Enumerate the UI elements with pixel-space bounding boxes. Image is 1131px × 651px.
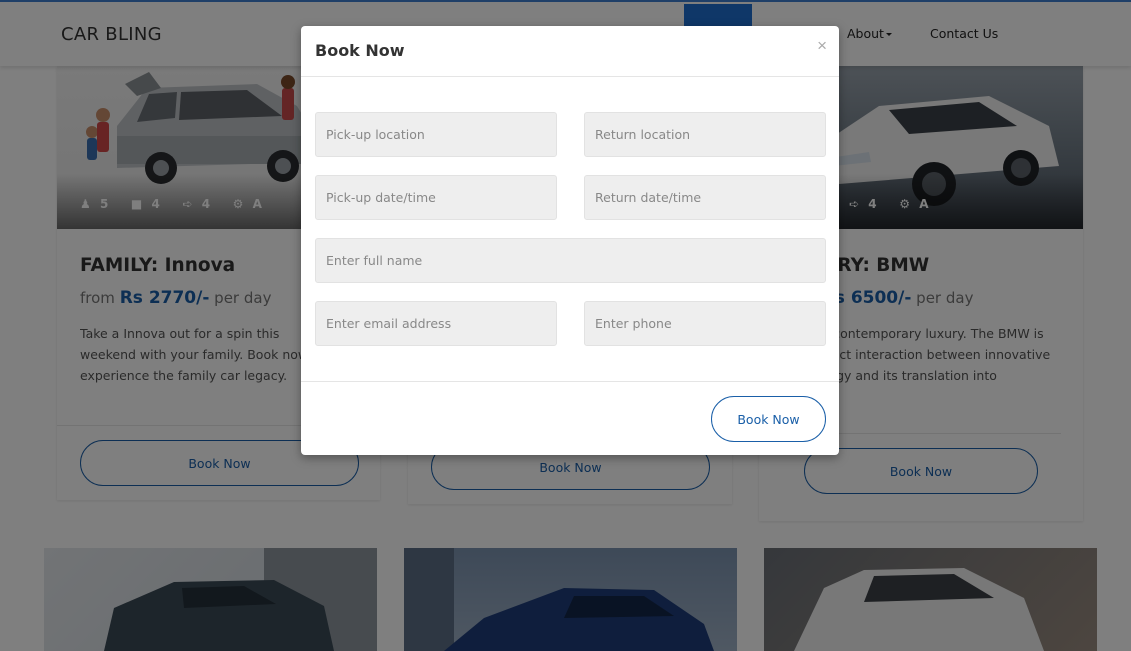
return-location-input[interactable] (584, 112, 826, 157)
full-name-input[interactable] (315, 238, 826, 283)
modal-footer: Book Now (301, 381, 839, 455)
modal-title: Book Now (315, 41, 405, 60)
book-now-modal: Book Now × Book Now (301, 26, 839, 455)
phone-input[interactable] (584, 301, 826, 346)
modal-header: Book Now × (301, 26, 839, 77)
return-datetime-input[interactable] (584, 175, 826, 220)
submit-book-now-button[interactable]: Book Now (711, 396, 826, 442)
pickup-location-input[interactable] (315, 112, 557, 157)
pickup-datetime-input[interactable] (315, 175, 557, 220)
close-icon[interactable]: × (817, 37, 827, 54)
email-input[interactable] (315, 301, 557, 346)
